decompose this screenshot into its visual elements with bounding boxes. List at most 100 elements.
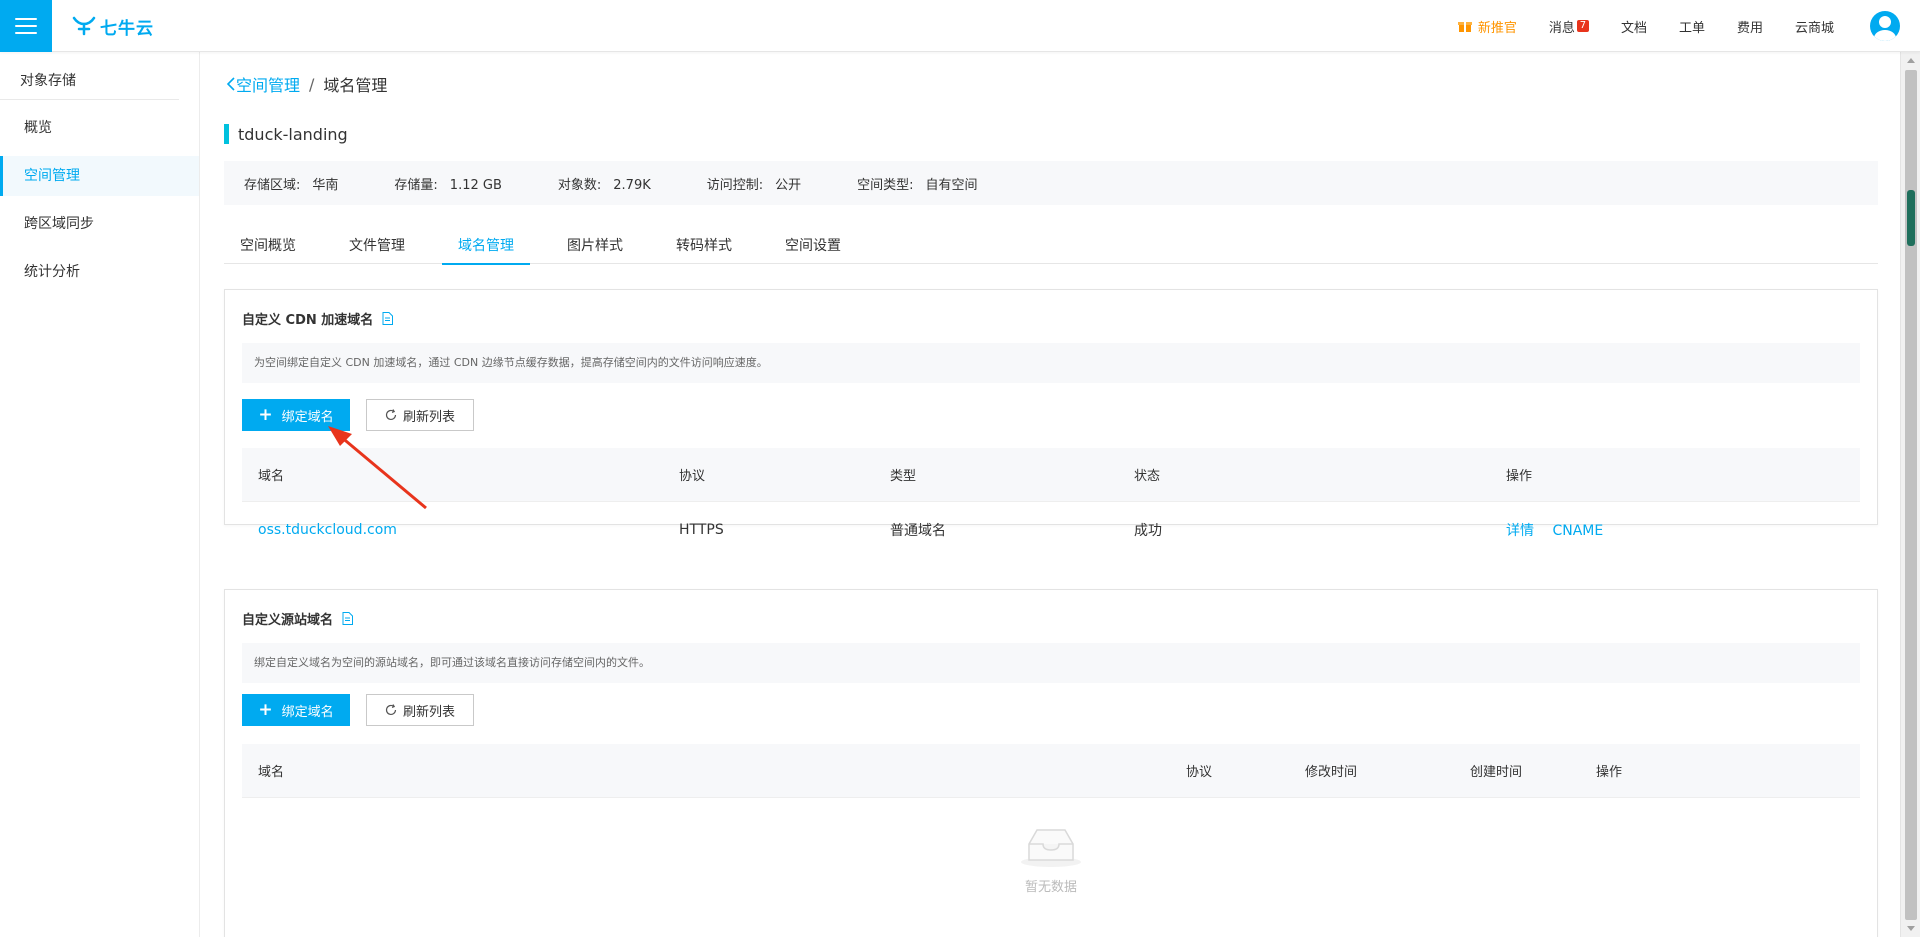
sidebar-item-overview[interactable]: 概览 — [0, 108, 199, 148]
nav-docs-label: 文档 — [1620, 20, 1647, 36]
info-objects-value: 2.79K — [613, 177, 651, 193]
col-operations: 操作 — [1596, 765, 1623, 780]
nav-billing-label: 费用 — [1736, 20, 1763, 36]
cdn-domain-table: 域名 协议 类型 状态 操作 oss.tduckcloud.com HTTPS … — [242, 448, 1860, 558]
info-region-key: 存储区域: — [244, 177, 301, 193]
col-domain: 域名 — [258, 469, 285, 484]
col-domain: 域名 — [258, 765, 285, 780]
document-icon[interactable] — [382, 312, 394, 325]
cdn-refresh-list-label: 刷新列表 — [402, 409, 455, 425]
info-type: 空间类型: 自有空间 — [857, 174, 977, 193]
vertical-scrollbar[interactable] — [1900, 52, 1920, 937]
tab-transcode-styles[interactable]: 转码样式 — [660, 220, 748, 264]
sidebar: 对象存储 概览 空间管理 跨区域同步 统计分析 — [0, 52, 200, 937]
origin-refresh-list-button[interactable]: 刷新列表 — [366, 694, 474, 726]
menu-toggle-button[interactable] — [0, 0, 52, 52]
cdn-refresh-list-button[interactable]: 刷新列表 — [366, 399, 474, 431]
gift-icon — [1457, 22, 1472, 32]
breadcrumb-current: 域名管理 — [323, 76, 388, 95]
title-accent-bar — [224, 124, 229, 144]
tab-image-styles[interactable]: 图片样式 — [551, 220, 639, 264]
cdn-section-title: 自定义 CDN 加速域名 — [242, 309, 394, 328]
scroll-up-icon[interactable] — [1907, 58, 1915, 63]
info-storage-key: 存储量: — [394, 177, 438, 193]
row-type: 普通域名 — [890, 523, 946, 539]
nav-messages-label: 消息 — [1548, 20, 1575, 36]
col-operations: 操作 — [1506, 469, 1533, 484]
messages-badge: 7 — [1576, 20, 1589, 32]
col-modified-time: 修改时间 — [1305, 765, 1358, 780]
nav-tickets[interactable]: 工单 — [1679, 17, 1705, 36]
nav-store-label: 云商城 — [1794, 20, 1834, 36]
nav-billing[interactable]: 费用 — [1737, 17, 1763, 36]
nav-messages[interactable]: 消息 7 — [1549, 17, 1589, 36]
origin-refresh-list-label: 刷新列表 — [402, 704, 455, 720]
tab-files[interactable]: 文件管理 — [333, 220, 421, 264]
domain-link[interactable]: oss.tduckcloud.com — [258, 522, 397, 538]
breadcrumb-back-link[interactable]: 空间管理 — [226, 72, 300, 96]
nav-promo[interactable]: 新推官 — [1457, 17, 1517, 36]
info-region-value: 华南 — [312, 177, 339, 193]
empty-text: 暂无数据 — [1024, 880, 1077, 895]
col-status: 状态 — [1134, 469, 1161, 484]
col-created-time: 创建时间 — [1470, 765, 1523, 780]
cdn-domain-card: 自定义 CDN 加速域名 为空间绑定自定义 CDN 加速域名，通过 CDN 边缘… — [224, 289, 1878, 539]
logo[interactable]: 七牛云 — [72, 14, 154, 39]
scrollbar-thumb[interactable] — [1905, 70, 1917, 920]
bucket-title: tduck-landing — [224, 124, 348, 144]
chevron-left-icon — [226, 77, 235, 91]
origin-section-title-text: 自定义源站域名 — [242, 613, 334, 628]
sidebar-item-statistics[interactable]: 统计分析 — [0, 252, 199, 292]
nav-promo-label: 新推官 — [1477, 20, 1517, 36]
origin-domain-card: 自定义源站域名 绑定自定义域名为空间的源站域名，即可通过该域名直接访问存储空间内… — [224, 589, 1878, 937]
detail-link[interactable]: 详情 — [1506, 523, 1534, 539]
table-header: 域名 协议 类型 状态 操作 — [242, 448, 1860, 502]
user-avatar[interactable] — [1870, 11, 1900, 41]
document-icon[interactable] — [342, 612, 354, 625]
info-objects: 对象数: 2.79K — [558, 174, 651, 193]
origin-bind-domain-button[interactable]: + 绑定域名 — [242, 694, 350, 726]
tab-settings[interactable]: 空间设置 — [769, 220, 857, 264]
refresh-icon — [385, 409, 397, 421]
nav-store[interactable]: 云商城 — [1795, 17, 1834, 36]
info-access-key: 访问控制: — [706, 177, 764, 193]
info-access-value: 公开 — [775, 177, 802, 193]
row-status: 成功 — [1134, 523, 1162, 539]
col-protocol: 协议 — [679, 469, 706, 484]
sidebar-item-cross-region-sync[interactable]: 跨区域同步 — [0, 204, 199, 244]
main-content: 空间管理 / 域名管理 tduck-landing 存储区域: 华南 存储量: 1.… — [200, 52, 1900, 937]
breadcrumb: 空间管理 / 域名管理 — [226, 72, 387, 96]
empty-state: 暂无数据 — [242, 798, 1860, 937]
logo-text: 七牛云 — [100, 18, 154, 39]
tab-overview[interactable]: 空间概览 — [224, 220, 312, 264]
info-objects-key: 对象数: — [557, 177, 602, 193]
cdn-bind-domain-button[interactable]: + 绑定域名 — [242, 399, 350, 431]
scroll-down-icon[interactable] — [1907, 926, 1915, 931]
row-operations: 详情 CNAME — [1490, 520, 1617, 540]
qiniu-logo-icon — [72, 16, 96, 36]
nav-tickets-label: 工单 — [1678, 20, 1705, 36]
plus-icon: + — [258, 699, 273, 720]
cdn-section-description: 为空间绑定自定义 CDN 加速域名，通过 CDN 边缘节点缓存数据，提高存储空间… — [242, 343, 1860, 383]
info-access: 访问控制: 公开 — [707, 174, 801, 193]
tab-domains[interactable]: 域名管理 — [442, 220, 530, 265]
info-type-key: 空间类型: — [857, 177, 914, 193]
sidebar-title: 对象存储 — [0, 52, 179, 100]
top-bar: 七牛云 新推官 消息 7 文档 工单 费用 云商城 — [0, 0, 1920, 52]
bucket-tabs: 空间概览 文件管理 域名管理 图片样式 转码样式 空间设置 — [224, 220, 1878, 265]
sidebar-item-bucket-management[interactable]: 空间管理 — [0, 156, 199, 196]
col-protocol: 协议 — [1186, 765, 1213, 780]
origin-section-description: 绑定自定义域名为空间的源站域名，即可通过该域名直接访问存储空间内的文件。 — [242, 643, 1860, 683]
info-type-value: 自有空间 — [925, 177, 978, 193]
origin-domain-table: 域名 协议 修改时间 创建时间 操作 — [242, 744, 1860, 798]
table-header: 域名 协议 修改时间 创建时间 操作 — [242, 744, 1860, 798]
info-storage-value: 1.12 GB — [449, 177, 502, 193]
plus-icon: + — [258, 404, 273, 425]
row-protocol: HTTPS — [679, 522, 724, 538]
cname-link[interactable]: CNAME — [1552, 523, 1603, 539]
origin-bind-domain-label: 绑定域名 — [281, 704, 334, 720]
empty-box-icon — [1021, 829, 1081, 867]
nav-docs[interactable]: 文档 — [1621, 17, 1647, 36]
breadcrumb-back-label: 空间管理 — [236, 76, 301, 95]
table-row: oss.tduckcloud.com HTTPS 普通域名 成功 详情 CNAM… — [242, 502, 1860, 558]
